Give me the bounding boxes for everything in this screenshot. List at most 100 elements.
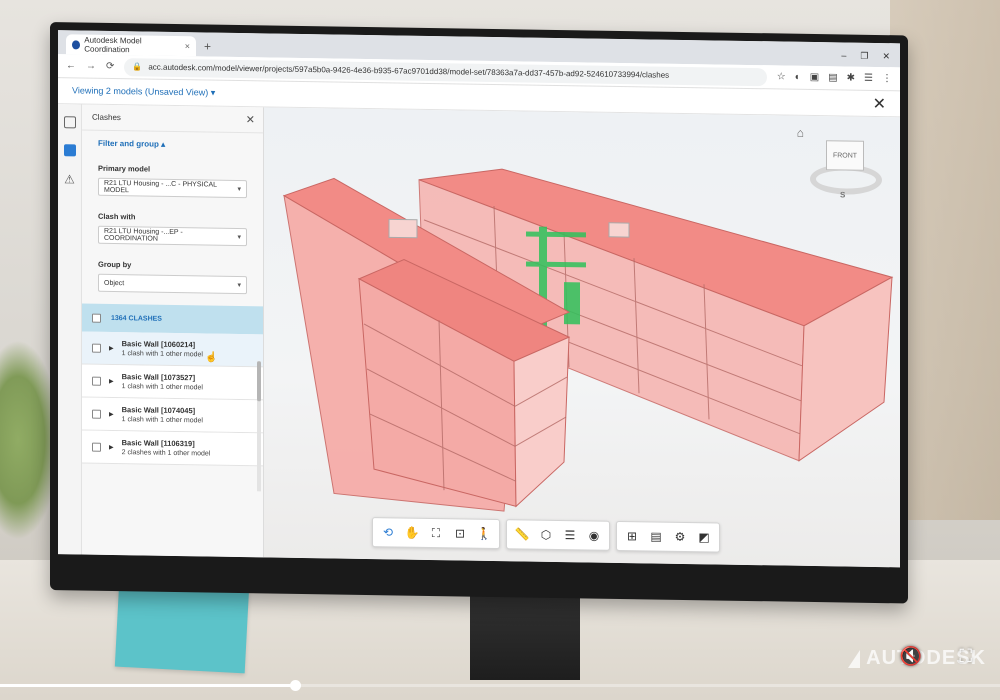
clash-with-select[interactable]: R21 LTU Housing -...EP - COORDINATION ▾ bbox=[98, 225, 247, 247]
video-progress-bar[interactable] bbox=[0, 680, 1000, 691]
clash-row-title: Basic Wall [1074045] bbox=[121, 405, 196, 416]
building-model[interactable] bbox=[264, 107, 900, 543]
fullscreen-toggle-icon[interactable]: ⛶ bbox=[959, 646, 972, 667]
mouse-pointer-icon: ☝ bbox=[205, 352, 218, 364]
forward-icon[interactable]: → bbox=[86, 61, 96, 72]
app-body: ⚠ Clashes ✕ Filter and group ▴ Primary m… bbox=[58, 104, 900, 568]
chevron-down-icon: ▾ bbox=[237, 233, 241, 242]
back-icon[interactable]: ← bbox=[66, 60, 76, 71]
extension-icon-2[interactable]: ▣ bbox=[810, 72, 819, 83]
primary-model-field: Primary model R21 LTU Housing - ...C - P… bbox=[82, 148, 263, 199]
extension-icon-3[interactable]: ▤ bbox=[828, 72, 837, 83]
clash-row-subtitle: 1 clash with 1 other model bbox=[121, 416, 203, 425]
chevron-down-icon: ▾ bbox=[237, 185, 241, 194]
tower-side bbox=[513, 336, 570, 508]
extension-icons: ☆ ◐ ▣ ▤ ✱ ☰ ⋮ bbox=[777, 71, 892, 84]
autodesk-logo-icon bbox=[848, 649, 861, 668]
extension-icon-1[interactable]: ◐ bbox=[795, 72, 801, 83]
chevron-down-icon: ▾ bbox=[237, 281, 241, 290]
primary-model-select[interactable]: R21 LTU Housing - ...C - PHYSICAL MODEL … bbox=[98, 177, 247, 199]
group-by-field: Group by Object ▾ bbox=[82, 244, 263, 295]
ghost-icon[interactable]: ◉ bbox=[583, 524, 605, 546]
measure-icon[interactable]: 📏 bbox=[511, 523, 533, 545]
clash-row-subtitle: 2 clashes with 1 other model bbox=[121, 449, 211, 458]
zoom-window-icon[interactable]: ⊡ bbox=[449, 522, 471, 544]
bookmark-star-icon[interactable]: ☆ bbox=[777, 71, 786, 82]
expand-triangle-icon[interactable]: ▶ bbox=[109, 377, 114, 384]
mute-icon[interactable]: 🔇 bbox=[900, 646, 922, 667]
clash-with-field: Clash with R21 LTU Housing -...EP - COOR… bbox=[82, 196, 263, 247]
expand-triangle-icon[interactable]: ▶ bbox=[109, 443, 114, 450]
row-checkbox[interactable] bbox=[92, 376, 101, 386]
settings-icon[interactable]: ⚙ bbox=[669, 526, 691, 548]
settings-tools: ⊞ ▤ ⚙ ◩ bbox=[616, 520, 720, 553]
properties-icon[interactable]: ▤ bbox=[645, 525, 667, 547]
group-by-select[interactable]: Object ▾ bbox=[98, 273, 247, 295]
models-icon[interactable] bbox=[63, 116, 76, 129]
browser-tab[interactable]: Autodesk Model Coordination × bbox=[66, 34, 196, 57]
clash-row-subtitle: 1 clash with 1 other model bbox=[121, 383, 203, 392]
video-progress-knob[interactable] bbox=[290, 680, 301, 691]
window-controls: – ❐ ✕ bbox=[831, 50, 900, 67]
close-viewer-icon[interactable]: ✕ bbox=[873, 93, 886, 113]
clash-row[interactable]: ▶ Basic Wall [1106319] 2 clashes with 1 … bbox=[82, 430, 263, 467]
fit-icon[interactable]: ⛶ bbox=[425, 522, 447, 544]
monitor-screen: Autodesk Model Coordination × + – ❐ ✕ ← … bbox=[58, 30, 900, 568]
reload-icon[interactable]: ⟳ bbox=[106, 61, 114, 72]
clash-row-title: Basic Wall [1106319] bbox=[121, 438, 195, 449]
minimize-button[interactable]: – bbox=[841, 50, 846, 61]
walk-icon[interactable]: 🚶 bbox=[473, 523, 495, 545]
maximize-button[interactable]: ❐ bbox=[860, 51, 868, 62]
profile-icon[interactable]: ☰ bbox=[864, 73, 873, 84]
browser-menu-icon[interactable]: ⋮ bbox=[882, 73, 892, 84]
viewing-models-dropdown[interactable]: Viewing 2 models (Unsaved View) ▾ bbox=[72, 85, 215, 98]
row-checkbox[interactable] bbox=[92, 442, 101, 452]
expand-triangle-icon[interactable]: ▶ bbox=[109, 344, 114, 351]
url-text: acc.autodesk.com/model/viewer/projects/5… bbox=[148, 62, 670, 80]
clash-row-title: Basic Wall [1073527] bbox=[121, 372, 196, 383]
analysis-tools: 📏 ⬡ ☰ ◉ bbox=[506, 519, 610, 551]
video-progress-fill bbox=[0, 684, 295, 687]
close-window-button[interactable]: ✕ bbox=[882, 51, 890, 62]
select-all-checkbox[interactable] bbox=[92, 313, 101, 323]
panel-header: Clashes ✕ bbox=[82, 104, 263, 134]
model-viewer[interactable]: ⌂ FRONT S ⟲ ✋ ⛶ ⊡ 🚶 📏 ⬡ ☰ ◉ ⊞ ▤ ⚙ ◩ bbox=[264, 107, 900, 568]
lock-icon: 🔒 bbox=[132, 62, 143, 72]
fullscreen-icon[interactable]: ◩ bbox=[693, 526, 715, 548]
tab-close-icon[interactable]: × bbox=[185, 41, 190, 51]
clash-row-title: Basic Wall [1060214] bbox=[121, 339, 196, 350]
clash-count-header: 1364 CLASHES bbox=[82, 303, 263, 335]
primary-model-label: Primary model bbox=[98, 163, 151, 174]
pan-icon[interactable]: ✋ bbox=[401, 522, 423, 544]
clash-row[interactable]: ▶ Basic Wall [1074045] 1 clash with 1 ot… bbox=[82, 397, 263, 434]
clash-row[interactable]: ▶ Basic Wall [1060214] 1 clash with 1 ot… bbox=[82, 331, 263, 368]
puzzle-extensions-icon[interactable]: ✱ bbox=[847, 73, 855, 84]
clash-row[interactable]: ▶ Basic Wall [1073527] 1 clash with 1 ot… bbox=[82, 364, 263, 401]
expand-triangle-icon[interactable]: ▶ bbox=[109, 410, 114, 417]
clash-with-value: R21 LTU Housing -...EP - COORDINATION bbox=[104, 227, 183, 243]
clashes-icon[interactable] bbox=[63, 144, 76, 157]
orbit-icon[interactable]: ⟲ bbox=[377, 521, 399, 543]
panel-close-icon[interactable]: ✕ bbox=[246, 113, 255, 126]
group-by-value: Object bbox=[104, 279, 125, 287]
group-by-label: Group by bbox=[98, 259, 132, 270]
row-checkbox[interactable] bbox=[92, 409, 101, 419]
row-checkbox[interactable] bbox=[92, 343, 101, 353]
monitor: Autodesk Model Coordination × + – ❐ ✕ ← … bbox=[50, 22, 908, 604]
filter-and-group-toggle[interactable]: Filter and group ▴ bbox=[82, 131, 263, 151]
clashes-panel: Clashes ✕ Filter and group ▴ Primary mod… bbox=[82, 104, 264, 558]
new-tab-button[interactable]: + bbox=[196, 39, 219, 56]
section-icon[interactable]: ⬡ bbox=[535, 524, 557, 546]
clash-count: 1364 CLASHES bbox=[111, 314, 162, 323]
navigation-tools: ⟲ ✋ ⛶ ⊡ 🚶 bbox=[372, 517, 500, 550]
tab-title: Autodesk Model Coordination bbox=[84, 35, 142, 55]
panel-title: Clashes bbox=[92, 112, 121, 123]
roof-unit bbox=[388, 218, 418, 239]
panel-scrollbar[interactable] bbox=[257, 361, 261, 492]
autodesk-favicon-icon bbox=[72, 39, 81, 49]
model-browser-icon[interactable]: ⊞ bbox=[621, 525, 643, 547]
layers-icon[interactable]: ☰ bbox=[559, 524, 581, 546]
left-icon-rail: ⚠ bbox=[58, 104, 82, 555]
issues-warning-icon[interactable]: ⚠ bbox=[64, 172, 75, 186]
clash-with-label: Clash with bbox=[98, 211, 136, 222]
